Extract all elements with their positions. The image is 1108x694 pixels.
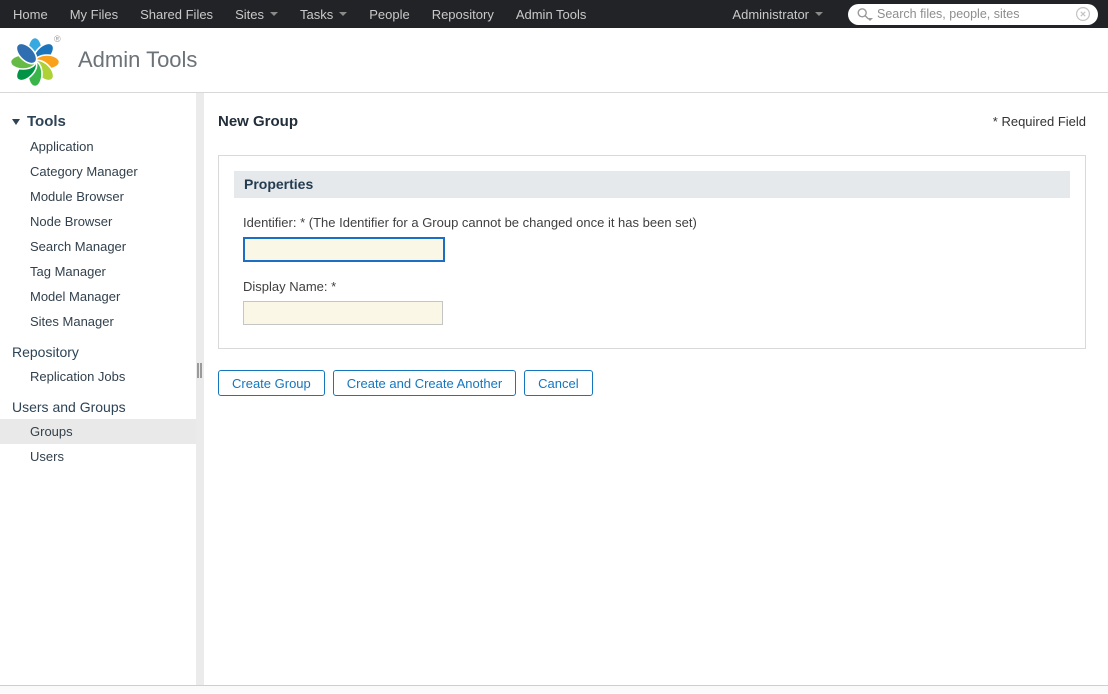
create-and-create-another-button[interactable]: Create and Create Another (332, 370, 517, 396)
create-group-button[interactable]: Create Group (218, 370, 325, 396)
required-field-note: * Required Field (992, 114, 1086, 129)
clear-search-icon[interactable] (1075, 6, 1091, 22)
button-row: Create Group Create and Create Another C… (218, 370, 1086, 396)
user-menu-label: Administrator (732, 6, 809, 22)
title-row: New Group * Required Field (218, 113, 1086, 130)
nav-right: Administrator (721, 3, 1098, 25)
nav-item-repository[interactable]: Repository (421, 0, 505, 28)
top-nav-bar: Home My Files Shared Files Sites Tasks P… (0, 0, 1108, 28)
registered-mark-icon: ® (54, 34, 61, 44)
nav-item-label: Sites (235, 6, 264, 22)
sidebar-item-tag-manager[interactable]: Tag Manager (0, 259, 196, 284)
properties-panel: Properties Identifier: * (The Identifier… (218, 155, 1086, 349)
nav-menu: Home My Files Shared Files Sites Tasks P… (2, 0, 597, 28)
nav-item-admin-tools[interactable]: Admin Tools (505, 0, 598, 28)
alfresco-logo: ® (10, 34, 61, 88)
nav-item-sites[interactable]: Sites (224, 0, 289, 28)
identifier-label: Identifier: * (The Identifier for a Grou… (243, 215, 697, 230)
sidebar-item-node-browser[interactable]: Node Browser (0, 209, 196, 234)
sidebar-item-model-manager[interactable]: Model Manager (0, 284, 196, 309)
app-header: ® Admin Tools (0, 28, 1108, 93)
sidebar-section-tools[interactable]: Tools (0, 109, 196, 134)
sidebar-item-sites-manager[interactable]: Sites Manager (0, 309, 196, 334)
chevron-down-icon (269, 12, 278, 16)
section-label: Tools (27, 113, 66, 130)
search-box (848, 3, 1098, 25)
sidebar-item-category-manager[interactable]: Category Manager (0, 159, 196, 184)
sidebar: Tools Application Category Manager Modul… (0, 93, 196, 685)
sidebar-item-replication-jobs[interactable]: Replication Jobs (0, 364, 196, 389)
nav-item-shared-files[interactable]: Shared Files (129, 0, 224, 28)
chevron-down-icon (339, 12, 348, 16)
sidebar-item-groups[interactable]: Groups (0, 419, 196, 444)
sidebar-splitter[interactable] (196, 93, 204, 685)
nav-item-people[interactable]: People (358, 0, 420, 28)
page-title: New Group (218, 113, 299, 130)
sidebar-section-repository: Repository (12, 344, 79, 360)
nav-item-tasks[interactable]: Tasks (289, 0, 358, 28)
sidebar-item-users[interactable]: Users (0, 444, 196, 469)
search-input[interactable] (873, 7, 1075, 21)
nav-item-home[interactable]: Home (2, 0, 59, 28)
page-body: Tools Application Category Manager Modul… (0, 93, 1108, 685)
cancel-button[interactable]: Cancel (524, 370, 593, 396)
nav-item-my-files[interactable]: My Files (59, 0, 129, 28)
footer-strip (0, 685, 1108, 693)
collapse-triangle-icon (12, 118, 20, 125)
sidebar-item-module-browser[interactable]: Module Browser (0, 184, 196, 209)
sidebar-item-application[interactable]: Application (0, 134, 196, 159)
nav-item-label: Tasks (299, 6, 334, 22)
splitter-grip-icon (197, 363, 202, 378)
form-area: Identifier: * (The Identifier for a Grou… (219, 215, 1085, 325)
chevron-down-icon (815, 12, 823, 16)
sidebar-section-users-and-groups: Users and Groups (12, 399, 126, 415)
main-content: New Group * Required Field Properties Id… (204, 93, 1108, 685)
display-name-label: Display Name: * (243, 279, 337, 294)
sidebar-item-search-manager[interactable]: Search Manager (0, 234, 196, 259)
page-heading: Admin Tools (78, 47, 198, 72)
panel-header: Properties (234, 171, 1070, 198)
display-name-field[interactable] (243, 301, 443, 325)
user-menu[interactable]: Administrator (721, 7, 834, 22)
identifier-field[interactable] (243, 237, 445, 262)
